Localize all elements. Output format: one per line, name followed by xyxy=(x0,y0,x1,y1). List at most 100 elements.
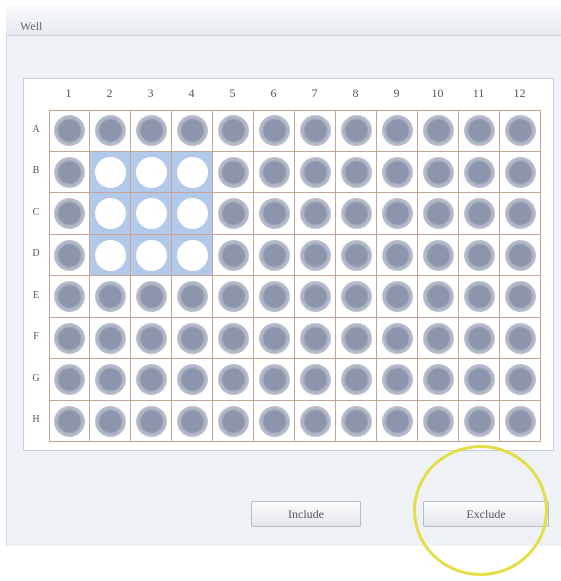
well-C11[interactable] xyxy=(464,198,495,229)
well-B5[interactable] xyxy=(218,157,249,188)
well-A7[interactable] xyxy=(300,115,331,146)
well-B7[interactable] xyxy=(300,157,331,188)
well-G7[interactable] xyxy=(300,364,331,395)
well-B6[interactable] xyxy=(259,157,290,188)
well-E1[interactable] xyxy=(54,281,85,312)
well-A1[interactable] xyxy=(54,115,85,146)
grid-line xyxy=(335,110,336,442)
well-C4[interactable] xyxy=(177,198,208,229)
well-G4[interactable] xyxy=(177,364,208,395)
well-E10[interactable] xyxy=(423,281,454,312)
well-A11[interactable] xyxy=(464,115,495,146)
well-B9[interactable] xyxy=(382,157,413,188)
well-E6[interactable] xyxy=(259,281,290,312)
well-F2[interactable] xyxy=(95,323,126,354)
well-H12[interactable] xyxy=(505,406,536,437)
well-H2[interactable] xyxy=(95,406,126,437)
well-G2[interactable] xyxy=(95,364,126,395)
well-A9[interactable] xyxy=(382,115,413,146)
well-G6[interactable] xyxy=(259,364,290,395)
well-F6[interactable] xyxy=(259,323,290,354)
well-A10[interactable] xyxy=(423,115,454,146)
well-B12[interactable] xyxy=(505,157,536,188)
tab-well[interactable]: Well xyxy=(6,6,561,36)
well-F10[interactable] xyxy=(423,323,454,354)
well-D12[interactable] xyxy=(505,240,536,271)
well-G3[interactable] xyxy=(136,364,167,395)
well-E12[interactable] xyxy=(505,281,536,312)
well-G12[interactable] xyxy=(505,364,536,395)
well-E5[interactable] xyxy=(218,281,249,312)
well-H10[interactable] xyxy=(423,406,454,437)
well-H7[interactable] xyxy=(300,406,331,437)
well-C9[interactable] xyxy=(382,198,413,229)
well-A8[interactable] xyxy=(341,115,372,146)
well-H11[interactable] xyxy=(464,406,495,437)
well-H6[interactable] xyxy=(259,406,290,437)
well-E4[interactable] xyxy=(177,281,208,312)
well-B8[interactable] xyxy=(341,157,372,188)
well-C7[interactable] xyxy=(300,198,331,229)
well-F3[interactable] xyxy=(136,323,167,354)
well-C3[interactable] xyxy=(136,198,167,229)
grid-line xyxy=(253,110,254,442)
well-C12[interactable] xyxy=(505,198,536,229)
well-G1[interactable] xyxy=(54,364,85,395)
well-H9[interactable] xyxy=(382,406,413,437)
well-A2[interactable] xyxy=(95,115,126,146)
well-C1[interactable] xyxy=(54,198,85,229)
well-F8[interactable] xyxy=(341,323,372,354)
well-B2[interactable] xyxy=(95,157,126,188)
well-D3[interactable] xyxy=(136,240,167,271)
well-H5[interactable] xyxy=(218,406,249,437)
well-G5[interactable] xyxy=(218,364,249,395)
well-F11[interactable] xyxy=(464,323,495,354)
include-button[interactable]: Include xyxy=(251,501,361,527)
well-E2[interactable] xyxy=(95,281,126,312)
well-A5[interactable] xyxy=(218,115,249,146)
well-E3[interactable] xyxy=(136,281,167,312)
well-C5[interactable] xyxy=(218,198,249,229)
well-C6[interactable] xyxy=(259,198,290,229)
well-F9[interactable] xyxy=(382,323,413,354)
well-D9[interactable] xyxy=(382,240,413,271)
well-D11[interactable] xyxy=(464,240,495,271)
well-G10[interactable] xyxy=(423,364,454,395)
well-B4[interactable] xyxy=(177,157,208,188)
well-D7[interactable] xyxy=(300,240,331,271)
well-A4[interactable] xyxy=(177,115,208,146)
well-D1[interactable] xyxy=(54,240,85,271)
well-E11[interactable] xyxy=(464,281,495,312)
well-F5[interactable] xyxy=(218,323,249,354)
well-D4[interactable] xyxy=(177,240,208,271)
well-E8[interactable] xyxy=(341,281,372,312)
well-D5[interactable] xyxy=(218,240,249,271)
well-C8[interactable] xyxy=(341,198,372,229)
well-H8[interactable] xyxy=(341,406,372,437)
well-F12[interactable] xyxy=(505,323,536,354)
well-E9[interactable] xyxy=(382,281,413,312)
well-H1[interactable] xyxy=(54,406,85,437)
well-C2[interactable] xyxy=(95,198,126,229)
well-D2[interactable] xyxy=(95,240,126,271)
well-G11[interactable] xyxy=(464,364,495,395)
well-G9[interactable] xyxy=(382,364,413,395)
well-B1[interactable] xyxy=(54,157,85,188)
well-G8[interactable] xyxy=(341,364,372,395)
well-H4[interactable] xyxy=(177,406,208,437)
well-A6[interactable] xyxy=(259,115,290,146)
well-A3[interactable] xyxy=(136,115,167,146)
well-C10[interactable] xyxy=(423,198,454,229)
well-D10[interactable] xyxy=(423,240,454,271)
well-F7[interactable] xyxy=(300,323,331,354)
well-D8[interactable] xyxy=(341,240,372,271)
well-B10[interactable] xyxy=(423,157,454,188)
well-F1[interactable] xyxy=(54,323,85,354)
well-D6[interactable] xyxy=(259,240,290,271)
well-E7[interactable] xyxy=(300,281,331,312)
well-H3[interactable] xyxy=(136,406,167,437)
well-F4[interactable] xyxy=(177,323,208,354)
well-A12[interactable] xyxy=(505,115,536,146)
well-B11[interactable] xyxy=(464,157,495,188)
well-B3[interactable] xyxy=(136,157,167,188)
